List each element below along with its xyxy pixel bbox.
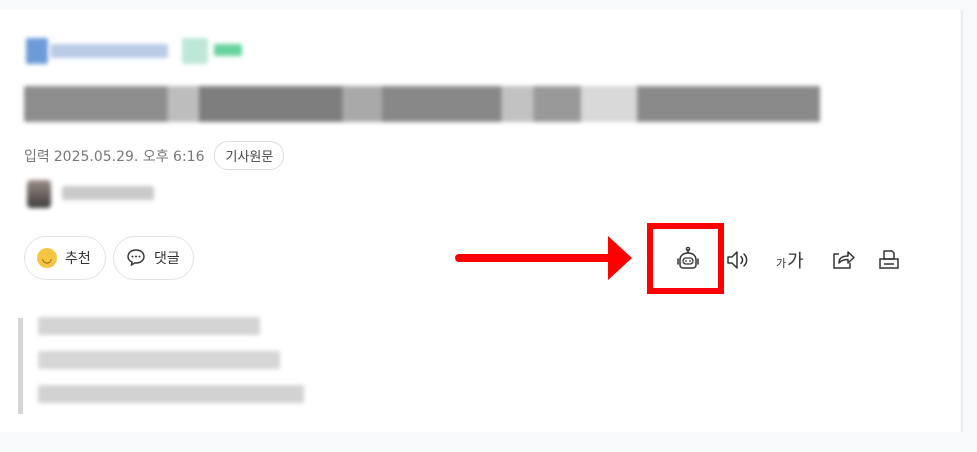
published-time: 2025.05.29. 오후 6:16: [53, 148, 205, 165]
page-edge-divider: [961, 10, 963, 432]
summary-line-1: [38, 317, 260, 335]
press-badge-label: [214, 44, 242, 56]
original-article-button[interactable]: 기사원문: [214, 141, 285, 170]
annotation-arrow-head: [608, 236, 632, 280]
font-size-icon[interactable]: 가가: [776, 247, 804, 273]
press-logo: [26, 38, 48, 64]
summary-line-2: [38, 351, 280, 369]
font-size-small-glyph: 가: [776, 257, 787, 270]
comment-button[interactable]: 댓글: [113, 236, 194, 280]
summary-line-3: [38, 385, 304, 403]
annotation-arrow-shaft: [455, 254, 615, 262]
article-headline: [24, 86, 820, 122]
speaker-icon[interactable]: [724, 246, 752, 274]
annotation-highlight-box: [647, 223, 724, 294]
quote-bar: [18, 318, 23, 414]
print-icon[interactable]: [875, 246, 903, 274]
reporter-avatar: [27, 180, 51, 208]
press-name: [50, 44, 168, 58]
comment-label: 댓글: [154, 251, 180, 267]
font-size-large-glyph: 가: [787, 251, 804, 272]
reporter-name: [62, 186, 154, 200]
article-meta: 입력 2025.05.29. 오후 6:16 기사원문: [24, 141, 285, 170]
share-icon[interactable]: [829, 246, 857, 274]
press-badge: [182, 38, 208, 64]
published-label: 입력: [24, 148, 50, 165]
recommend-label: 추천: [65, 251, 91, 267]
smiley-icon: ◡: [37, 248, 57, 268]
comment-bubble-icon: [126, 247, 146, 270]
recommend-button[interactable]: ◡ 추천: [24, 236, 106, 280]
